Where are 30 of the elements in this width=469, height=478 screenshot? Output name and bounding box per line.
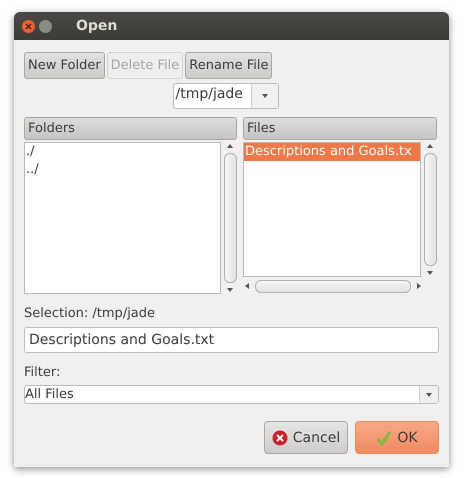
filter-label: Filter: xyxy=(24,365,62,380)
folder-item[interactable]: ./ xyxy=(25,143,220,161)
toolbar-button[interactable]: New Folder xyxy=(24,52,105,79)
scroll-left-arrow-icon[interactable] xyxy=(243,282,251,290)
selection-label: Selection: /tmp/jade xyxy=(24,306,156,321)
cancel-icon xyxy=(272,430,288,446)
scroll-up-arrow-icon[interactable] xyxy=(426,142,434,150)
filename-field[interactable]: Descriptions and Goals.txt xyxy=(24,327,439,353)
scroll-right-arrow-icon[interactable] xyxy=(415,282,423,290)
scroll-down-arrow-icon[interactable] xyxy=(426,269,434,277)
scroll-up-arrow-icon[interactable] xyxy=(226,142,234,150)
scrollbar-thumb[interactable] xyxy=(224,153,237,283)
folder-item[interactable]: ../ xyxy=(25,161,220,179)
scrollbar-thumb[interactable] xyxy=(255,280,411,292)
scroll-down-arrow-icon[interactable] xyxy=(226,286,234,294)
close-button[interactable] xyxy=(22,20,35,32)
ok-button[interactable]: OK xyxy=(355,421,439,454)
check-icon xyxy=(376,430,392,446)
column-header[interactable]: Folders xyxy=(24,117,237,140)
column-header[interactable]: Files xyxy=(243,117,437,140)
dropdown-arrow-icon[interactable] xyxy=(260,92,268,100)
toolbar-button[interactable]: Rename File xyxy=(185,52,272,79)
cancel-button[interactable]: Cancel xyxy=(264,421,348,454)
maximize-button[interactable] xyxy=(39,20,52,32)
close-icon[interactable] xyxy=(25,22,32,30)
path-combo[interactable]: /tmp/jade xyxy=(172,83,278,109)
scrollbar-thumb[interactable] xyxy=(424,153,436,266)
dropdown-arrow-icon[interactable] xyxy=(425,390,433,398)
filter-combo[interactable]: All Files xyxy=(24,385,439,404)
window-title: Open xyxy=(76,18,118,34)
